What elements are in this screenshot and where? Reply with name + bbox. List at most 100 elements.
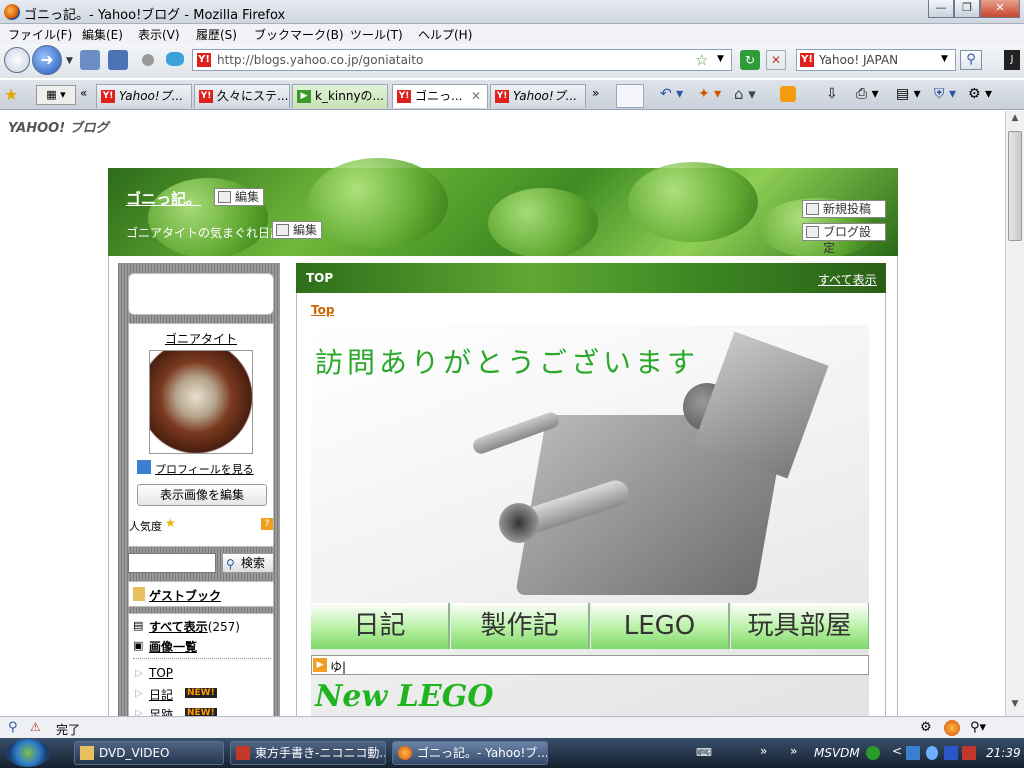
chat-icon[interactable] — [166, 52, 184, 66]
menu-edit[interactable]: 編集(E) — [82, 26, 123, 43]
url-dropdown-icon[interactable]: ▼ — [717, 54, 724, 64]
main-show-all-link[interactable]: すべて表示 — [818, 271, 877, 288]
minimize-button[interactable]: — — [928, 0, 954, 18]
menu-help[interactable]: ヘルプ(H) — [418, 26, 472, 43]
gear-icon[interactable]: ⚙ ▾ — [968, 86, 992, 102]
tray-expand-left-icon[interactable]: » — [760, 744, 767, 758]
taskbar: DVD_VIDEO 東方手書き-ニコニコ動... ゴニっ記。- Yahoo!ブ.… — [0, 738, 1024, 768]
stop-load-icon[interactable]: ✕ — [766, 50, 786, 70]
home-icon[interactable] — [80, 50, 100, 70]
bookmarks-star-icon[interactable]: ★ — [4, 85, 18, 104]
edit-title-button[interactable]: 編集 — [214, 188, 265, 206]
breadcrumb-top-link[interactable]: Top — [311, 303, 334, 317]
search-box[interactable]: Y! Yahoo! JAPAN ▼ — [796, 49, 956, 71]
keyboard-icon[interactable]: ⌨ — [696, 746, 712, 759]
edit-display-image-button[interactable]: 表示画像を編集 — [137, 484, 267, 506]
back-button[interactable] — [4, 47, 30, 73]
tab-list-icon[interactable]: ▦ ▾ — [36, 85, 76, 105]
reload-icon[interactable]: ↻ — [740, 50, 760, 70]
address-bar[interactable]: Y! http://blogs.yahoo.co.jp/goniataito ☆… — [192, 49, 732, 71]
menu-button-toy-room[interactable]: 玩具部屋 — [731, 603, 869, 649]
help-icon[interactable]: ? — [261, 518, 273, 530]
view-profile-link[interactable]: プロフィールを見る — [155, 463, 254, 476]
tab-goniki-active[interactable]: Y! ゴニっ... ✕ — [392, 84, 488, 108]
home-button-icon[interactable]: ⌂ ▾ — [734, 85, 756, 103]
download-icon[interactable]: ⇩ — [826, 86, 838, 102]
sidebar-search-input[interactable] — [128, 553, 216, 573]
zoom-icon[interactable]: ⚲▾ — [970, 720, 986, 735]
close-window-button[interactable]: ✕ — [980, 0, 1020, 18]
show-all-link[interactable]: すべて表示 — [149, 620, 208, 634]
blog-settings-button[interactable]: ブログ設定 — [802, 223, 886, 255]
tray-arrow-icon[interactable]: < — [892, 744, 902, 758]
zoom-magnifier-icon[interactable]: ⚲ — [8, 720, 18, 735]
menu-bookmarks[interactable]: ブックマーク(B) — [254, 26, 344, 43]
yahoo-blog-logo[interactable]: YAHOO! ブログ — [8, 117, 109, 136]
start-button[interactable] — [6, 739, 50, 767]
tray-network-icon[interactable] — [906, 746, 920, 760]
tab-hisabisa[interactable]: Y! 久々にステ... — [194, 84, 290, 108]
taskbar-item-firefox[interactable]: ゴニっ記。- Yahoo!ブ... — [392, 741, 548, 765]
menu-button-diary[interactable]: 日記 — [311, 603, 450, 649]
menu-button-making[interactable]: 製作記 — [451, 603, 590, 649]
search-magnifier-icon[interactable]: ⚲ — [960, 50, 982, 70]
tab-yahoo-blog-2[interactable]: Y! Yahoo!ブ... — [490, 84, 586, 108]
tab-close-icon[interactable]: ✕ — [471, 85, 481, 107]
stop-icon[interactable] — [142, 54, 154, 66]
print-icon[interactable]: ⎙ ▾ — [856, 86, 879, 102]
category-footprints-link[interactable]: 足跡 — [149, 706, 173, 716]
rss-icon[interactable] — [780, 86, 796, 102]
status-gear-icon[interactable]: ⚙ — [920, 720, 932, 735]
shield-icon[interactable]: ⛨ ▾ — [934, 86, 956, 102]
firefox-status-icon[interactable] — [944, 720, 960, 736]
maximize-button[interactable]: ❐ — [954, 0, 980, 18]
profile-icon — [137, 460, 151, 474]
sidebar: ゴニアタイト プロフィールを見る 表示画像を編集 人気度 ★ ? ⚲ 検索 ゲスト… — [118, 263, 280, 716]
addon-fox-icon[interactable]: ✦ ▾ — [698, 86, 721, 102]
menu-tools[interactable]: ツール(T) — [350, 26, 403, 43]
scroll-up-icon[interactable]: ▲ — [1007, 113, 1023, 127]
address-text[interactable]: http://blogs.yahoo.co.jp/goniataito — [217, 53, 423, 67]
history-dropdown-icon[interactable]: ▼ — [66, 56, 73, 66]
bookmark-toolbar-icon[interactable] — [108, 50, 128, 70]
welcome-banner[interactable]: 訪問ありがとうございます 日記 製作記 LEGO 玩具部屋 ▶ ゆ| New L… — [311, 325, 869, 716]
bookmark-star-icon[interactable]: ☆ — [695, 51, 708, 69]
tab-yahoo-blog-1[interactable]: Y! Yahoo!ブ... — [96, 84, 192, 108]
tray-shield-icon[interactable] — [926, 746, 938, 760]
undo-icon[interactable]: ↶ ▾ — [660, 86, 683, 102]
nav-menu-buttons: 日記 製作記 LEGO 玩具部屋 — [311, 603, 869, 649]
taskbar-item-touhou[interactable]: 東方手書き-ニコニコ動... — [230, 741, 386, 765]
tab-k-kinny[interactable]: ▶ k_kinnyの... — [292, 84, 388, 108]
category-top-link[interactable]: TOP — [149, 666, 173, 680]
edit-subtitle-button[interactable]: 編集 — [272, 221, 323, 239]
page-icon[interactable]: ▤ ▾ — [896, 86, 921, 102]
search-engine-dropdown-icon[interactable]: ▼ — [941, 54, 948, 64]
new-tab-button[interactable] — [616, 84, 644, 108]
taskbar-item-dvd-video[interactable]: DVD_VIDEO — [74, 741, 224, 765]
menu-history[interactable]: 履歴(S) — [196, 26, 237, 43]
tray-expand-right-icon[interactable]: » — [790, 744, 797, 758]
vertical-scrollbar[interactable]: ▲ ▼ — [1005, 111, 1024, 716]
tab-scroll-right-icon[interactable]: » — [592, 86, 599, 100]
scroll-thumb[interactable] — [1008, 131, 1022, 241]
new-post-button[interactable]: 新規投稿 — [802, 200, 886, 218]
guestbook-link[interactable]: ゲストブック — [149, 587, 221, 604]
extension-j-icon[interactable]: J — [1004, 50, 1020, 70]
tray-app-icon[interactable] — [944, 746, 958, 760]
folder-icon — [80, 746, 94, 760]
image-list-link[interactable]: 画像一覧 — [149, 638, 197, 655]
blog-title[interactable]: ゴニっ記。 — [126, 188, 201, 209]
tab-scroll-left-icon[interactable]: « — [80, 86, 87, 100]
tray-green-icon[interactable] — [866, 746, 880, 760]
tray-alert-icon[interactable] — [962, 746, 976, 760]
forward-button[interactable]: ➜ — [32, 45, 62, 75]
text-input-field[interactable]: ▶ ゆ| — [311, 655, 869, 675]
clock[interactable]: 21:39 — [986, 746, 1021, 760]
profile-ammonite-image[interactable] — [149, 350, 253, 454]
category-diary-link[interactable]: 日記 — [149, 686, 173, 703]
scroll-down-icon[interactable]: ▼ — [1007, 699, 1023, 713]
menu-button-lego[interactable]: LEGO — [591, 603, 730, 649]
menu-view[interactable]: 表示(V) — [138, 26, 180, 43]
menu-file[interactable]: ファイル(F) — [8, 26, 72, 43]
sidebar-search-button[interactable]: ⚲ 検索 — [222, 553, 274, 573]
